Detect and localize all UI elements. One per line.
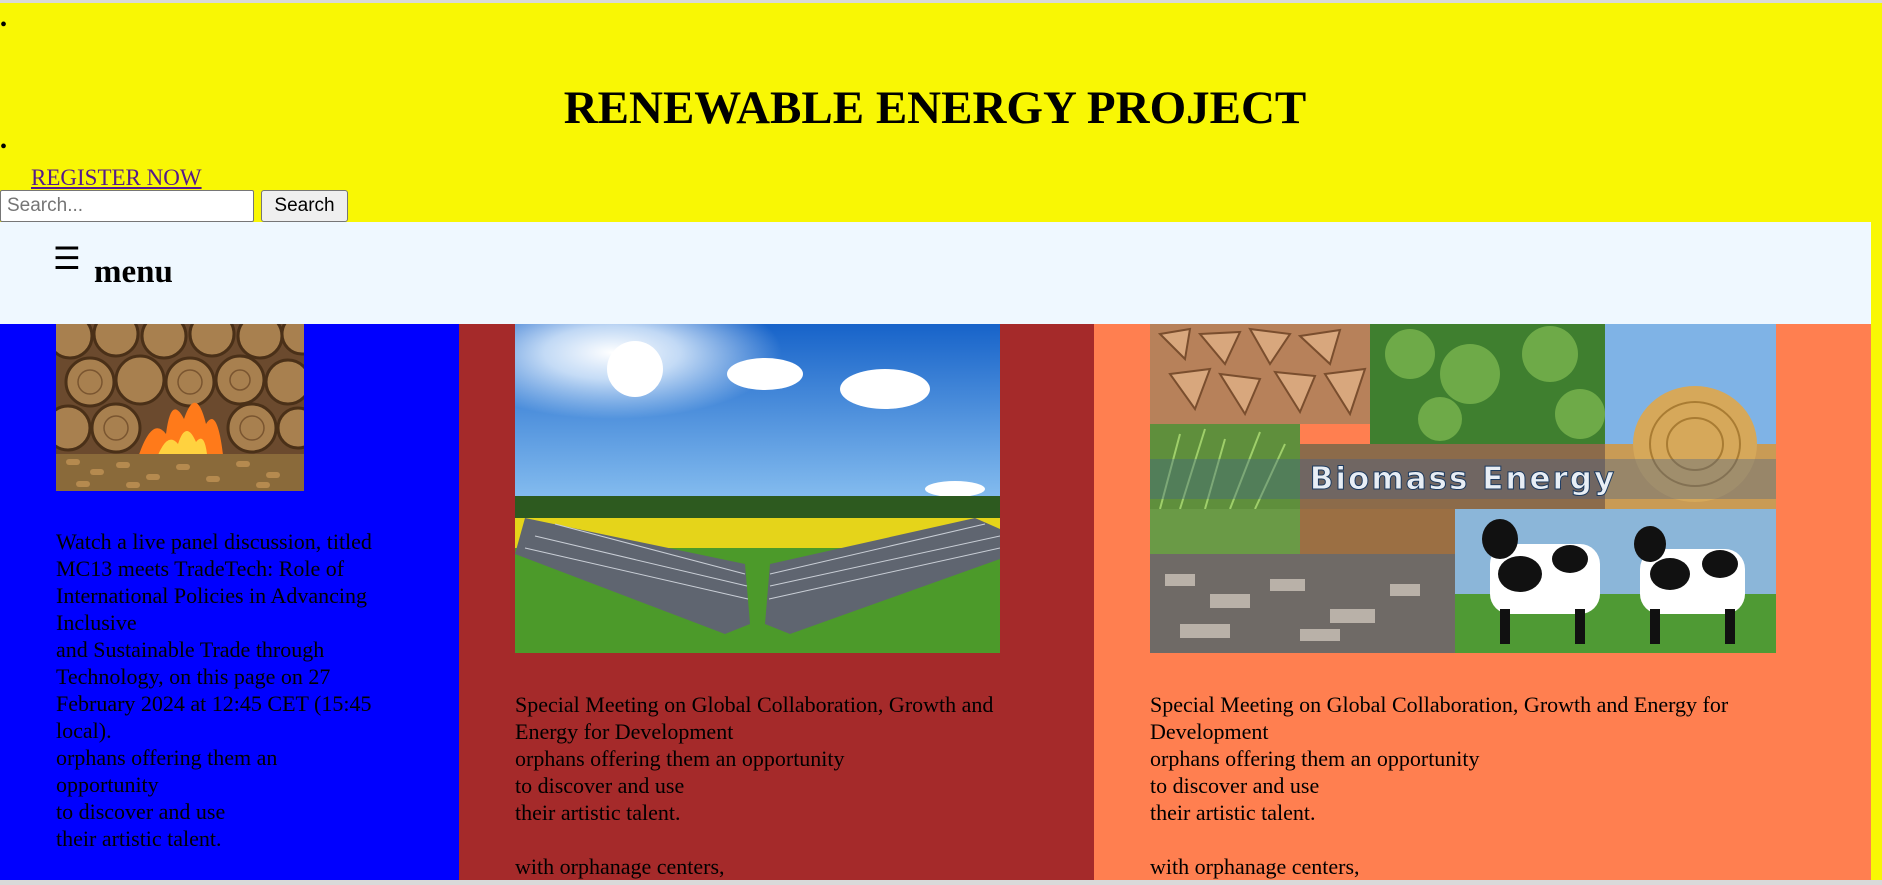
search-input[interactable] (0, 190, 254, 222)
paragraph: to discover and use (56, 799, 226, 824)
paragraph: orphans offering them an opportunity (56, 745, 278, 797)
biomass-energy-caption: Biomass Energy (1310, 461, 1616, 497)
page-edge (1871, 222, 1882, 885)
column-2-text: Special Meeting on Global Collaboration,… (515, 691, 1015, 880)
paragraph: Special Meeting on Global Collaboration,… (515, 692, 994, 744)
paragraph: with orphanage centers, (515, 854, 725, 879)
column-3-text: Special Meeting on Global Collaboration,… (1150, 691, 1790, 880)
menu-bar: ☰ menu (0, 222, 1871, 324)
paragraph: their artistic talent. (56, 826, 222, 851)
page-title: RENEWABLE ENERGY PROJECT (563, 82, 1307, 134)
paragraph: orphans offering them an opportunity (1150, 746, 1480, 771)
paragraph: to discover and use (1150, 773, 1320, 798)
list-bullet: • (0, 136, 8, 158)
column-1-text: Watch a live panel discussion, titled MC… (56, 528, 376, 852)
paragraph: orphans offering them an opportunity (515, 746, 845, 771)
paragraph: their artistic talent. (515, 800, 681, 825)
wood-pellet-fire-image (56, 324, 304, 491)
paragraph: and Sustainable Trade through Technology… (56, 637, 372, 743)
solar-panels-image (515, 324, 1000, 653)
paragraph: with orphanage centers, (1150, 854, 1360, 879)
menu-label[interactable]: menu (94, 252, 173, 292)
paragraph: to discover and use (515, 773, 685, 798)
content-column-2: Special Meeting on Global Collaboration,… (459, 324, 1094, 880)
biomass-energy-collage-image: Biomass Energy (1150, 324, 1776, 653)
content-column-1: Watch a live panel discussion, titled MC… (0, 324, 459, 880)
search-button[interactable]: Search (261, 190, 348, 222)
bottom-border (0, 880, 1882, 885)
paragraph: their artistic talent. (1150, 800, 1316, 825)
register-now-link[interactable]: REGISTER NOW (31, 165, 202, 191)
content-column-3: Biomass Energy Special Meeting on Global… (1094, 324, 1871, 880)
paragraph: Special Meeting on Global Collaboration,… (1150, 692, 1729, 744)
list-bullet: • (0, 14, 8, 36)
hamburger-icon[interactable]: ☰ (53, 241, 81, 277)
paragraph: Watch a live panel discussion, titled MC… (56, 529, 372, 635)
